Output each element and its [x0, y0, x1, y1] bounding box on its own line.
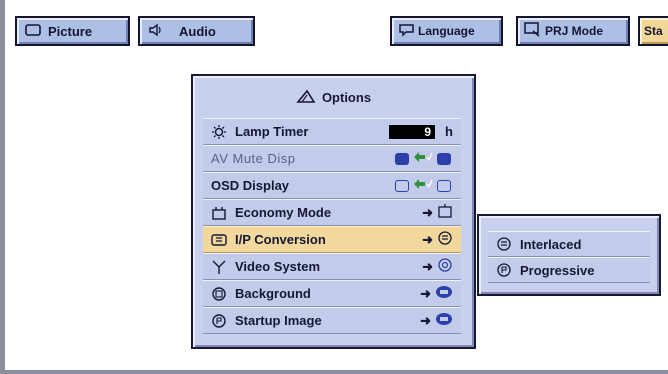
submenu-arrow-icon: ➜: [422, 204, 433, 220]
lamp-timer-unit: h: [445, 124, 453, 139]
startup-image-label: Startup Image: [235, 313, 322, 328]
tab-label-language: Language: [418, 24, 475, 38]
tab-language[interactable]: Language: [390, 16, 503, 46]
menu-row-av-mute-disp[interactable]: AV Mute Disp: [203, 145, 461, 172]
toggle-arrow-icon: [413, 151, 433, 166]
progressive-label: Progressive: [520, 262, 595, 278]
interlaced-setting-icon: [437, 230, 453, 249]
av-mute-on-icon: [437, 152, 451, 165]
menu-row-background[interactable]: Background ➜: [203, 280, 461, 307]
tab-label-status: Sta: [644, 24, 663, 38]
economy-icon: [211, 205, 227, 221]
submenu-arrow-icon: ➜: [422, 258, 433, 274]
osd-on-icon: [395, 179, 409, 192]
monitor-icon: [25, 23, 41, 39]
progressive-icon: [496, 262, 512, 278]
submenu-arrow-icon: ➜: [422, 231, 433, 247]
osd-display-label: OSD Display: [211, 178, 290, 193]
ip-conversion-icon: [211, 233, 227, 247]
bottom-frame-border: [0, 370, 668, 374]
lamp-icon: [211, 124, 227, 140]
economy-mode-label: Economy Mode: [235, 205, 332, 220]
projector-mode-icon: [524, 22, 541, 40]
menu-row-economy-mode[interactable]: Economy Mode ➜: [203, 199, 461, 226]
ip-conversion-submenu: Interlaced Progressive: [477, 214, 661, 296]
option-interlaced[interactable]: Interlaced: [488, 231, 650, 257]
menu-row-lamp-timer[interactable]: Lamp Timer 9 h: [203, 118, 461, 145]
tab-label-audio: Audio: [179, 23, 216, 39]
tab-label-prj-mode: PRJ Mode: [545, 24, 604, 38]
submenu-arrow-icon: ➜: [420, 312, 431, 328]
startup-icon: [211, 313, 227, 329]
economy-setting-icon: [437, 203, 453, 222]
startup-setting-icon: [435, 312, 453, 329]
background-label: Background: [235, 286, 311, 301]
submenu-arrow-icon: ➜: [420, 285, 431, 301]
menu-row-startup-image[interactable]: Startup Image ➜: [203, 307, 461, 334]
interlaced-icon: [496, 236, 512, 252]
options-icon: [296, 88, 316, 107]
tab-prj-mode[interactable]: PRJ Mode: [516, 16, 630, 46]
options-title-text: Options: [321, 89, 372, 105]
options-menu-panel: Options Lamp Timer 9 h AV Mute Disp OSD …: [191, 74, 476, 349]
tab-label-picture: Picture: [48, 23, 93, 39]
options-title: Options: [193, 82, 474, 112]
lamp-timer-label: Lamp Timer: [235, 124, 309, 139]
ip-conversion-label: I/P Conversion: [235, 232, 326, 247]
speaker-icon: [148, 23, 164, 40]
speech-bubble-icon: [398, 23, 415, 40]
osd-off-icon: [437, 179, 451, 192]
option-progressive[interactable]: Progressive: [488, 257, 650, 283]
av-mute-off-icon: [395, 152, 409, 165]
antenna-icon: [211, 259, 227, 275]
video-system-label: Video System: [235, 259, 321, 274]
toggle-arrow-icon: [413, 178, 433, 193]
interlaced-label: Interlaced: [520, 236, 582, 252]
tab-status-partial[interactable]: Sta: [638, 16, 668, 46]
background-setting-icon: [435, 285, 453, 302]
menu-row-ip-conversion[interactable]: I/P Conversion ➜: [203, 226, 461, 253]
tab-audio[interactable]: Audio: [138, 16, 255, 46]
left-frame-border: [0, 0, 5, 374]
tab-picture[interactable]: Picture: [15, 16, 130, 46]
background-icon: [211, 286, 227, 302]
av-mute-label: AV Mute Disp: [211, 151, 296, 166]
video-system-setting-icon: [437, 257, 453, 276]
menu-row-osd-display[interactable]: OSD Display: [203, 172, 461, 199]
lamp-timer-value: 9: [389, 124, 436, 139]
menu-row-video-system[interactable]: Video System ➜: [203, 253, 461, 280]
